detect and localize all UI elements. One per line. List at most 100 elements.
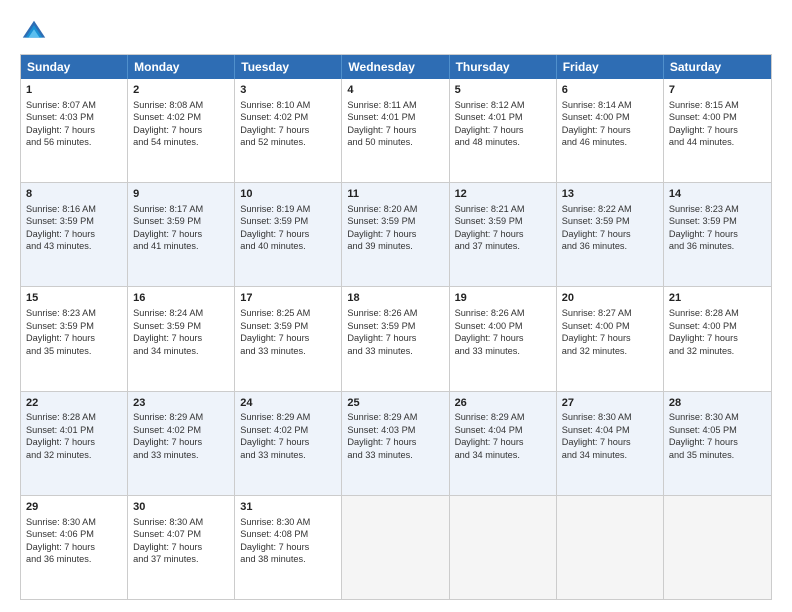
day-number: 22: [26, 396, 122, 411]
day-info-line: Sunset: 4:01 PM: [347, 111, 443, 123]
day-info-line: Sunrise: 8:29 AM: [240, 411, 336, 423]
calendar: SundayMondayTuesdayWednesdayThursdayFrid…: [20, 54, 772, 600]
page: SundayMondayTuesdayWednesdayThursdayFrid…: [0, 0, 792, 612]
day-info-line: Daylight: 7 hours: [26, 124, 122, 136]
day-number: 4: [347, 83, 443, 98]
day-cell-8: 8Sunrise: 8:16 AMSunset: 3:59 PMDaylight…: [21, 183, 128, 286]
day-info-line: and 32 minutes.: [562, 345, 658, 357]
day-info-line: Sunset: 4:02 PM: [133, 111, 229, 123]
day-info-line: Sunset: 4:01 PM: [26, 424, 122, 436]
day-cell-22: 22Sunrise: 8:28 AMSunset: 4:01 PMDayligh…: [21, 392, 128, 495]
day-info-line: and 37 minutes.: [133, 553, 229, 565]
day-info-line: Sunset: 3:59 PM: [26, 320, 122, 332]
day-info-line: Sunrise: 8:30 AM: [26, 516, 122, 528]
day-cell-15: 15Sunrise: 8:23 AMSunset: 3:59 PMDayligh…: [21, 287, 128, 390]
day-cell-11: 11Sunrise: 8:20 AMSunset: 3:59 PMDayligh…: [342, 183, 449, 286]
day-cell-1: 1Sunrise: 8:07 AMSunset: 4:03 PMDaylight…: [21, 79, 128, 182]
day-cell-18: 18Sunrise: 8:26 AMSunset: 3:59 PMDayligh…: [342, 287, 449, 390]
day-info-line: Sunset: 3:59 PM: [240, 320, 336, 332]
day-info-line: and 36 minutes.: [562, 240, 658, 252]
day-info-line: and 33 minutes.: [133, 449, 229, 461]
day-number: 12: [455, 187, 551, 202]
day-info-line: Sunset: 4:02 PM: [133, 424, 229, 436]
day-info-line: and 50 minutes.: [347, 136, 443, 148]
day-cell-30: 30Sunrise: 8:30 AMSunset: 4:07 PMDayligh…: [128, 496, 235, 599]
day-cell-19: 19Sunrise: 8:26 AMSunset: 4:00 PMDayligh…: [450, 287, 557, 390]
day-info-line: Daylight: 7 hours: [669, 436, 766, 448]
day-info-line: and 36 minutes.: [26, 553, 122, 565]
day-number: 11: [347, 187, 443, 202]
day-info-line: Sunrise: 8:17 AM: [133, 203, 229, 215]
day-info-line: Sunrise: 8:12 AM: [455, 99, 551, 111]
day-info-line: Daylight: 7 hours: [240, 541, 336, 553]
day-info-line: Daylight: 7 hours: [562, 124, 658, 136]
day-info-line: Daylight: 7 hours: [26, 228, 122, 240]
day-info-line: and 40 minutes.: [240, 240, 336, 252]
day-info-line: Sunset: 4:07 PM: [133, 528, 229, 540]
day-number: 21: [669, 291, 766, 306]
day-number: 7: [669, 83, 766, 98]
day-info-line: Daylight: 7 hours: [455, 124, 551, 136]
day-info-line: Daylight: 7 hours: [347, 124, 443, 136]
day-number: 23: [133, 396, 229, 411]
day-cell-2: 2Sunrise: 8:08 AMSunset: 4:02 PMDaylight…: [128, 79, 235, 182]
day-number: 10: [240, 187, 336, 202]
day-info-line: Sunrise: 8:29 AM: [347, 411, 443, 423]
day-info-line: Daylight: 7 hours: [455, 436, 551, 448]
day-info-line: Sunrise: 8:30 AM: [240, 516, 336, 528]
day-info-line: and 33 minutes.: [240, 345, 336, 357]
day-info-line: Daylight: 7 hours: [240, 124, 336, 136]
day-cell-empty: [450, 496, 557, 599]
day-info-line: Sunset: 3:59 PM: [455, 215, 551, 227]
day-cell-6: 6Sunrise: 8:14 AMSunset: 4:00 PMDaylight…: [557, 79, 664, 182]
day-info-line: Sunset: 3:59 PM: [669, 215, 766, 227]
day-info-line: Sunrise: 8:26 AM: [455, 307, 551, 319]
calendar-row-5: 29Sunrise: 8:30 AMSunset: 4:06 PMDayligh…: [21, 495, 771, 599]
day-info-line: Daylight: 7 hours: [133, 228, 229, 240]
day-info-line: Daylight: 7 hours: [240, 228, 336, 240]
day-info-line: Sunrise: 8:30 AM: [133, 516, 229, 528]
day-number: 28: [669, 396, 766, 411]
day-number: 26: [455, 396, 551, 411]
day-info-line: Daylight: 7 hours: [133, 436, 229, 448]
day-number: 1: [26, 83, 122, 98]
day-info-line: Sunset: 4:00 PM: [455, 320, 551, 332]
day-info-line: Sunrise: 8:24 AM: [133, 307, 229, 319]
day-info-line: Daylight: 7 hours: [26, 541, 122, 553]
day-info-line: Sunrise: 8:14 AM: [562, 99, 658, 111]
day-info-line: Sunset: 3:59 PM: [347, 320, 443, 332]
day-info-line: Sunset: 4:00 PM: [562, 320, 658, 332]
day-info-line: and 39 minutes.: [347, 240, 443, 252]
day-info-line: Sunrise: 8:21 AM: [455, 203, 551, 215]
day-cell-5: 5Sunrise: 8:12 AMSunset: 4:01 PMDaylight…: [450, 79, 557, 182]
day-cell-24: 24Sunrise: 8:29 AMSunset: 4:02 PMDayligh…: [235, 392, 342, 495]
day-number: 5: [455, 83, 551, 98]
day-info-line: Sunrise: 8:22 AM: [562, 203, 658, 215]
day-header-monday: Monday: [128, 55, 235, 79]
day-info-line: Sunset: 4:01 PM: [455, 111, 551, 123]
day-info-line: and 33 minutes.: [240, 449, 336, 461]
day-header-friday: Friday: [557, 55, 664, 79]
day-cell-empty: [557, 496, 664, 599]
day-cell-23: 23Sunrise: 8:29 AMSunset: 4:02 PMDayligh…: [128, 392, 235, 495]
day-number: 6: [562, 83, 658, 98]
day-info-line: Sunrise: 8:19 AM: [240, 203, 336, 215]
day-info-line: Daylight: 7 hours: [26, 332, 122, 344]
day-info-line: Sunrise: 8:26 AM: [347, 307, 443, 319]
day-info-line: Daylight: 7 hours: [347, 436, 443, 448]
day-info-line: Sunset: 3:59 PM: [562, 215, 658, 227]
day-cell-16: 16Sunrise: 8:24 AMSunset: 3:59 PMDayligh…: [128, 287, 235, 390]
day-cell-3: 3Sunrise: 8:10 AMSunset: 4:02 PMDaylight…: [235, 79, 342, 182]
day-number: 30: [133, 500, 229, 515]
day-number: 16: [133, 291, 229, 306]
day-header-saturday: Saturday: [664, 55, 771, 79]
day-info-line: Sunrise: 8:10 AM: [240, 99, 336, 111]
day-cell-9: 9Sunrise: 8:17 AMSunset: 3:59 PMDaylight…: [128, 183, 235, 286]
day-info-line: Sunrise: 8:29 AM: [455, 411, 551, 423]
day-info-line: Sunrise: 8:23 AM: [26, 307, 122, 319]
day-cell-17: 17Sunrise: 8:25 AMSunset: 3:59 PMDayligh…: [235, 287, 342, 390]
day-info-line: Sunrise: 8:30 AM: [562, 411, 658, 423]
day-number: 14: [669, 187, 766, 202]
day-info-line: Sunrise: 8:25 AM: [240, 307, 336, 319]
day-info-line: Daylight: 7 hours: [455, 228, 551, 240]
